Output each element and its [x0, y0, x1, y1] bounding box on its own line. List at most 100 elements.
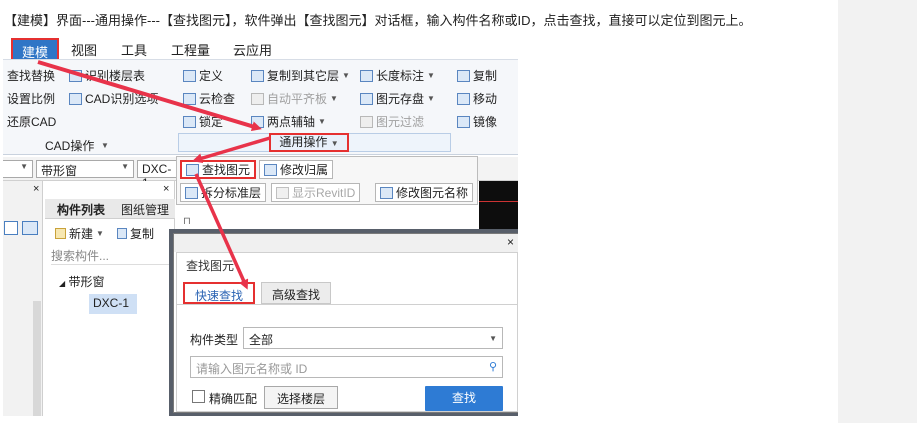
find-button[interactable]: 查找 [425, 386, 503, 411]
two-point-axis-button[interactable]: 两点辅轴 ▼ [251, 113, 326, 130]
menu-tab-tools[interactable]: 工具 [121, 40, 147, 59]
move-icon [457, 92, 470, 105]
filter-icon [360, 115, 373, 128]
component-search-input[interactable]: 搜索构件... [51, 247, 173, 265]
general-ops-popup: 查找图元 修改归属 拆分标准层 显示RevitID 修改图元名称 [176, 156, 478, 205]
copy-floor-icon [251, 69, 264, 82]
cloud-check-button[interactable]: 云检查 [183, 90, 235, 107]
chevron-down-icon: ▼ [96, 229, 104, 238]
restore-cad-button[interactable]: 还原CAD [7, 113, 56, 130]
find-replace-button[interactable]: 查找替换 [7, 67, 55, 84]
chevron-down-icon: ▼ [489, 334, 497, 343]
find-element-button[interactable]: 查找图元 [180, 160, 257, 179]
component-tree-pane: × 构件列表 图纸管理 新建 ▼ 复制 搜索构件... ◢ 带形窗 DXC-1 [45, 181, 175, 416]
cad-group-label: CAD操作 [45, 139, 95, 153]
grid-view-icon[interactable] [22, 221, 38, 235]
tree-node-strip-window[interactable]: ◢ 带形窗 [59, 273, 105, 290]
tree-node-dxc1[interactable]: DXC-1 [89, 294, 137, 314]
mirror-icon [457, 115, 470, 128]
dialog-titlebar: × [174, 234, 518, 252]
split-icon [185, 186, 198, 199]
tab-advanced-find[interactable]: 高级查找 [261, 282, 332, 304]
general-ops-dropdown[interactable]: 通用操作 ▼ [269, 133, 349, 152]
cad-group-caret-icon[interactable]: ▼ [101, 141, 109, 150]
chevron-down-icon: ▼ [318, 117, 326, 126]
tab-component-list[interactable]: 构件列表 [57, 201, 105, 218]
menu-tab-quantity[interactable]: 工程量 [171, 40, 210, 59]
modify-owner-button[interactable]: 修改归属 [259, 160, 334, 179]
menu-tab-view[interactable]: 视图 [71, 40, 97, 59]
close-icon[interactable]: × [163, 183, 169, 195]
table-icon [69, 69, 82, 82]
copy-to-other-floor-button[interactable]: 复制到其它层 ▼ [251, 67, 350, 84]
element-filter-button: 图元过滤 [360, 113, 424, 130]
type-combo[interactable]: 带形窗 ▼ [36, 160, 134, 178]
menu-bar: 建模 视图 工具 工程量 云应用 [3, 36, 518, 65]
cad-icon [69, 92, 82, 105]
revit-icon [276, 186, 289, 199]
cloud-icon [183, 92, 196, 105]
expand-icon: ◢ [59, 279, 66, 288]
close-icon[interactable]: × [507, 235, 514, 249]
edit-icon [264, 163, 277, 176]
element-save-button[interactable]: 图元存盘 ▼ [360, 90, 435, 107]
list-view-icon[interactable] [4, 221, 18, 235]
tree-tabs: 构件列表 图纸管理 [45, 199, 175, 219]
chevron-down-icon: ▼ [20, 162, 28, 171]
copy-component-button[interactable]: 复制 [117, 225, 154, 242]
tab-quick-find[interactable]: 快速查找 [183, 282, 256, 304]
scrollbar[interactable] [33, 301, 41, 416]
tab-drawing-management[interactable]: 图纸管理 [121, 201, 169, 218]
new-component-button[interactable]: 新建 ▼ [55, 225, 104, 242]
set-scale-button[interactable]: 设置比例 [7, 90, 55, 107]
mirror-button[interactable]: 镜像 [457, 113, 497, 130]
name-combo[interactable]: DXC-1 [137, 160, 177, 190]
axis-icon [251, 115, 264, 128]
rename-icon [380, 186, 393, 199]
length-dimension-button[interactable]: 长度标注 ▼ [360, 67, 435, 84]
chevron-down-icon: ▼ [330, 139, 339, 148]
element-search-input[interactable]: 请输入图元名称或 ID ⚲ [190, 356, 503, 378]
search-icon[interactable]: ⚲ [489, 360, 497, 373]
app-screenshot: 建模 视图 工具 工程量 云应用 查找替换 设置比例 还原CAD 识别楼层表 C… [3, 36, 518, 416]
tab-divider [177, 304, 517, 305]
dialog-title: 查找图元 [186, 259, 235, 273]
canvas-line [479, 201, 518, 202]
left-dock: × [3, 181, 43, 416]
dimension-icon [360, 69, 373, 82]
chevron-down-icon: ▼ [342, 71, 350, 80]
chevron-down-icon: ▼ [427, 94, 435, 103]
find-element-dialog: × 查找图元 快速查找 高级查找 构件类型 全部 ▼ 请输入图元名称或 ID ⚲ 精… [173, 233, 518, 413]
copy-icon [117, 228, 127, 239]
right-gray-panel [838, 0, 917, 423]
rename-element-button[interactable]: 修改图元名称 [375, 183, 474, 202]
copy-icon [457, 69, 470, 82]
lock-button[interactable]: 锁定 [183, 113, 223, 130]
define-button[interactable]: 定义 [183, 67, 223, 84]
show-revit-id-button: 显示RevitID [271, 183, 361, 202]
move-button[interactable]: 移动 [457, 90, 497, 107]
pin-icon[interactable]: ⊓ [183, 216, 191, 227]
define-icon [183, 69, 196, 82]
auto-align-slab-button: 自动平齐板 ▼ [251, 90, 338, 107]
identify-floor-table-button[interactable]: 识别楼层表 [69, 67, 145, 84]
cad-options-button[interactable]: CAD识别选项 [69, 90, 158, 107]
ribbon: 查找替换 设置比例 还原CAD 识别楼层表 CAD识别选项 CAD操作 ▼ 定义… [3, 59, 518, 155]
exact-match-checkbox[interactable] [192, 390, 205, 403]
dialog-body: 查找图元 快速查找 高级查找 构件类型 全部 ▼ 请输入图元名称或 ID ⚲ 精确匹… [176, 252, 518, 412]
find-icon [186, 163, 199, 176]
select-floor-button[interactable]: 选择楼层 [264, 386, 339, 409]
component-type-label: 构件类型 [190, 333, 239, 347]
new-icon [55, 228, 66, 239]
close-icon[interactable]: × [33, 183, 39, 195]
save-icon [360, 92, 373, 105]
copy-button[interactable]: 复制 [457, 67, 497, 84]
split-standard-floor-button[interactable]: 拆分标准层 [180, 183, 267, 202]
instruction-caption: 【建模】界面---通用操作---【查找图元】，软件弹出【查找图元】对话框，输入构… [4, 13, 752, 28]
component-type-select[interactable]: 全部 ▼ [243, 327, 503, 349]
chevron-down-icon: ▼ [427, 71, 435, 80]
floor-combo[interactable]: ▼ [3, 160, 33, 178]
menu-tab-cloud[interactable]: 云应用 [233, 40, 272, 59]
chevron-down-icon: ▼ [330, 94, 338, 103]
lock-icon [183, 115, 196, 128]
